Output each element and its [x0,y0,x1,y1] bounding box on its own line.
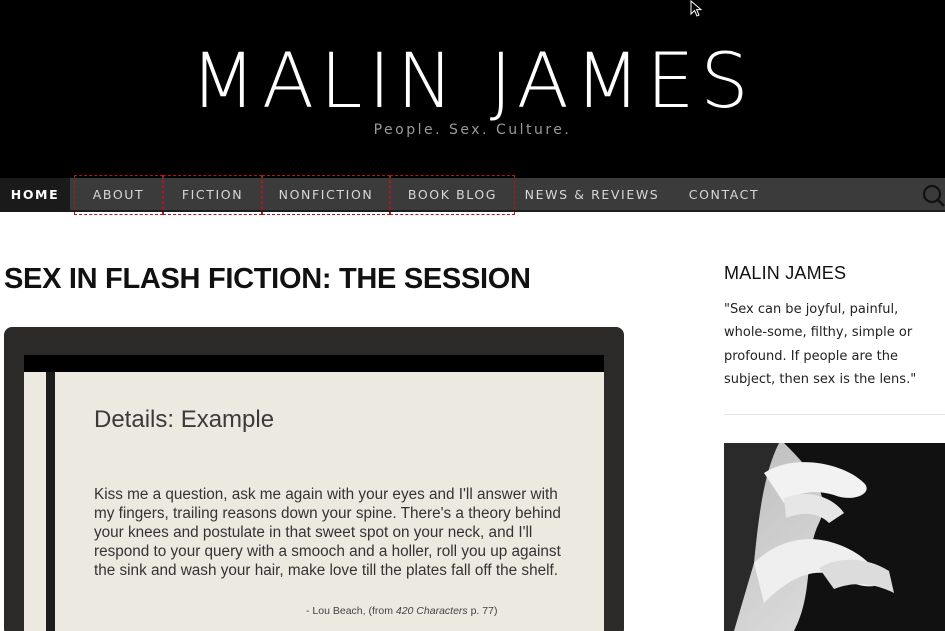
author-photo-image [724,443,945,631]
slide-top-bar [24,355,604,372]
nav-item-contact[interactable]: CONTACT [674,178,774,212]
sidebar-divider [724,414,945,415]
slide-embed[interactable]: Details: Example Kiss me a question, ask… [4,327,624,631]
slide-heading: Details: Example [94,406,275,433]
mouse-cursor-icon [690,0,703,17]
post-title[interactable]: SEX IN FLASH FICTION: THE SESSION [4,263,531,296]
main-nav: HOME ABOUT FICTION NONFICTION BOOK BLOG … [0,175,945,215]
author-photo [724,443,945,631]
sidebar-quote: "Sex can be joyful, painful, whole-some,… [724,302,917,387]
credit-suffix: p. 77) [467,605,498,617]
sidebar-title: MALIN JAMES [724,263,847,283]
site-tagline: People. Sex. Culture. [373,122,572,138]
site-title[interactable]: MALIN JAMES [0,38,945,124]
nav-item-fiction[interactable]: FICTION [163,175,262,215]
search-icon[interactable] [920,184,945,208]
nav-item-nonfiction[interactable]: NONFICTION [262,175,390,215]
credit-prefix: - Lou Beach, (from [306,605,396,617]
slide: Details: Example Kiss me a question, ask… [24,372,604,631]
nav-item-news-reviews[interactable]: NEWS & REVIEWS [519,178,665,212]
credit-book-title: 420 Characters [395,605,468,617]
nav-item-book-blog[interactable]: BOOK BLOG [390,175,515,215]
site-header: MALIN JAMES People. Sex. Culture. [0,0,945,178]
slide-body-text: Kiss me a question, ask me again with yo… [94,486,561,579]
slide-credit: - Lou Beach, (from 420 Characters p. 77) [306,605,497,617]
slide-accent-bar [46,372,55,631]
nav-item-about[interactable]: ABOUT [74,175,163,215]
nav-item-home[interactable]: HOME [0,178,70,212]
